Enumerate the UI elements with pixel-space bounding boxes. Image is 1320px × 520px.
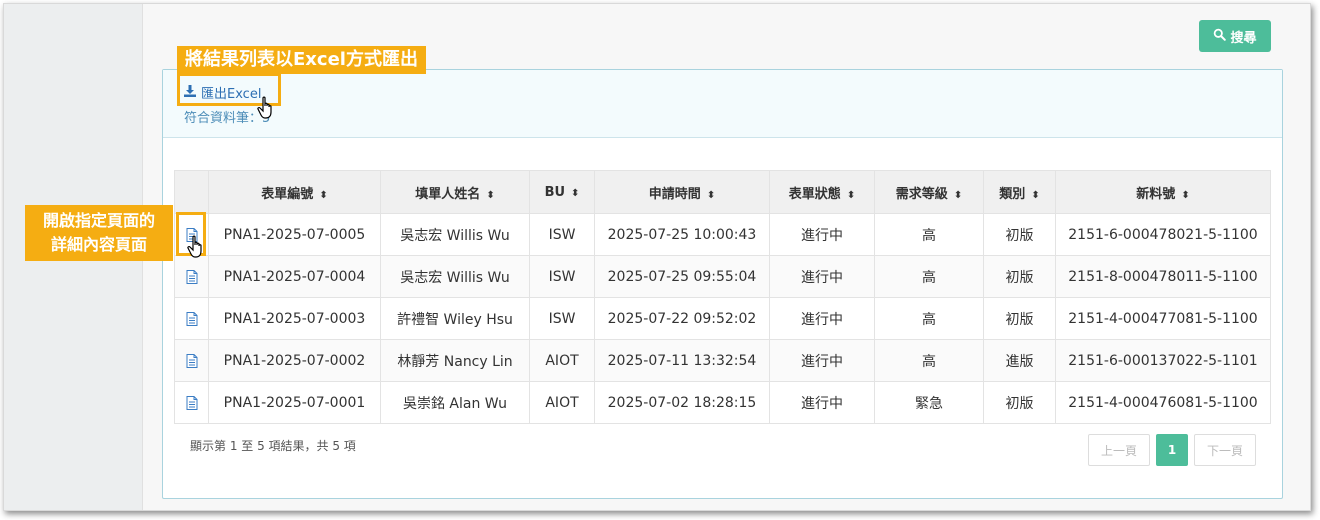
result-count-label: 符合資料筆 [184,111,250,126]
cell-apply-time: 2025-07-25 10:00:43 [594,213,770,256]
sort-icon: ⬍ [1181,189,1190,201]
cell-part-no: 2151-6-000478021-5-1100 [1055,213,1271,256]
document-icon[interactable] [186,311,198,327]
results-table: 表單編號 ⬍ 填單人姓名 ⬍ BU ⬍ 申請時間 ⬍ 表單狀態 ⬍ 需求等級 ⬍ 類別 ⬍ 新… [174,170,1271,424]
cell-level: 高 [874,339,984,382]
hand-cursor-icon [187,235,202,258]
cell-form-no: PNA1-2025-07-0002 [208,339,381,382]
search-button-label: 搜尋 [1230,30,1257,46]
detail-callout-line1: 開啟指定頁面的 [42,211,155,230]
results-panel: 匯出Excel 符合資料筆：5 表單編號⬍ 填單人姓名⬍ BU⬍ 申請時間⬍ 表… [162,69,1283,499]
cell-type: 初版 [983,213,1056,256]
cell-apply-time: 2025-07-25 09:55:04 [594,255,770,298]
column-header-level[interactable]: 需求等級 ⬍ [874,170,984,214]
cell-level: 緊急 [874,381,984,424]
table-row: PNA1-2025-07-0002 林靜芳 Nancy Lin AIOT 2025-0… [174,339,1271,382]
cell-status: 進行中 [769,213,875,256]
sort-icon: ⬍ [571,187,580,199]
open-detail-cell[interactable] [174,297,209,340]
cell-level: 高 [874,255,984,298]
cell-type: 初版 [983,381,1056,424]
sort-icon: ⬍ [953,189,963,201]
table-row: PNA1-2025-07-0004 吳志宏 Willis Wu ISW 2025-07… [174,255,1271,298]
table-row: PNA1-2025-07-0001 吳崇銘 Alan Wu AIOT 2025-07-… [174,381,1271,424]
cell-form-no: PNA1-2025-07-0005 [208,213,381,256]
cell-level: 高 [874,297,984,340]
column-header-applicant[interactable]: 填單人姓名 ⬍ [380,170,530,214]
sort-icon: ⬍ [706,189,716,201]
cell-bu: AIOT [529,339,595,382]
search-icon [1213,28,1227,45]
table-row: PNA1-2025-07-0005 吳志宏 Willis Wu ISW 2025-07… [174,213,1271,256]
table-row: PNA1-2025-07-0003 許禮智 Wiley Hsu ISW 2025-07… [174,297,1271,340]
sort-icon: ⬍ [1031,189,1040,201]
search-button[interactable]: 搜尋 [1199,20,1271,52]
cell-applicant: 吳志宏 Willis Wu [380,255,530,298]
cell-apply-time: 2025-07-22 09:52:02 [594,297,770,340]
prev-page-button[interactable]: 上一頁 [1088,434,1150,466]
cell-applicant: 吳崇銘 Alan Wu [380,381,530,424]
cell-status: 進行中 [769,381,875,424]
document-icon[interactable] [186,395,198,411]
detail-callout-line2: 詳細內容頁面 [50,235,147,254]
open-detail-cell[interactable] [174,339,209,382]
cell-status: 進行中 [769,255,875,298]
table-header-row: 表單編號 ⬍ 填單人姓名 ⬍ BU ⬍ 申請時間 ⬍ 表單狀態 ⬍ 需求等級 ⬍ 類別 ⬍ 新… [174,170,1271,214]
pagination: 上一頁 1 下一頁 [1088,434,1256,466]
cell-type: 進版 [983,339,1056,382]
cell-part-no: 2151-8-000478011-5-1100 [1055,255,1271,298]
column-header-type[interactable]: 類別 ⬍ [983,170,1056,214]
column-header-open [174,170,209,214]
cell-bu: AIOT [529,381,595,424]
cell-bu: ISW [529,213,595,256]
cell-bu: ISW [529,297,595,340]
cell-applicant: 吳志宏 Willis Wu [380,213,530,256]
column-header-part-no[interactable]: 新料號 ⬍ [1055,170,1271,214]
column-header-form-no[interactable]: 表單編號 ⬍ [208,170,381,214]
page-1-button[interactable]: 1 [1156,434,1188,466]
open-detail-cell[interactable] [174,255,209,298]
cell-form-no: PNA1-2025-07-0004 [208,255,381,298]
cell-type: 初版 [983,297,1056,340]
cell-status: 進行中 [769,297,875,340]
sort-icon: ⬍ [846,189,856,201]
hand-cursor-icon [257,96,272,119]
cell-part-no: 2151-4-000476081-5-1100 [1055,381,1271,424]
next-page-button[interactable]: 下一頁 [1194,434,1256,466]
cell-status: 進行中 [769,339,875,382]
cell-level: 高 [874,213,984,256]
document-icon[interactable] [186,269,198,285]
column-header-bu[interactable]: BU ⬍ [529,170,595,214]
cell-applicant: 許禮智 Wiley Hsu [380,297,530,340]
open-detail-cell[interactable] [174,381,209,424]
results-panel-header: 匯出Excel 符合資料筆：5 [163,70,1282,138]
cell-applicant: 林靜芳 Nancy Lin [380,339,530,382]
table-info: 顯示第 1 至 5 項結果，共 5 項 [190,439,356,453]
cell-type: 初版 [983,255,1056,298]
cell-bu: ISW [529,255,595,298]
detail-callout: 開啟指定頁面的 詳細內容頁面 [25,205,173,261]
cell-form-no: PNA1-2025-07-0001 [208,381,381,424]
column-header-status[interactable]: 表單狀態 ⬍ [769,170,875,214]
sort-icon: ⬍ [486,189,495,201]
cell-apply-time: 2025-07-11 13:32:54 [594,339,770,382]
cell-part-no: 2151-4-000477081-5-1100 [1055,297,1271,340]
export-callout: 將結果列表以Excel方式匯出 [177,46,426,74]
cell-form-no: PNA1-2025-07-0003 [208,297,381,340]
cell-apply-time: 2025-07-02 18:28:15 [594,381,770,424]
cell-part-no: 2151-6-000137022-5-1101 [1055,339,1271,382]
document-icon[interactable] [186,353,198,369]
sort-icon: ⬍ [319,189,328,201]
column-header-apply-time[interactable]: 申請時間 ⬍ [594,170,770,214]
